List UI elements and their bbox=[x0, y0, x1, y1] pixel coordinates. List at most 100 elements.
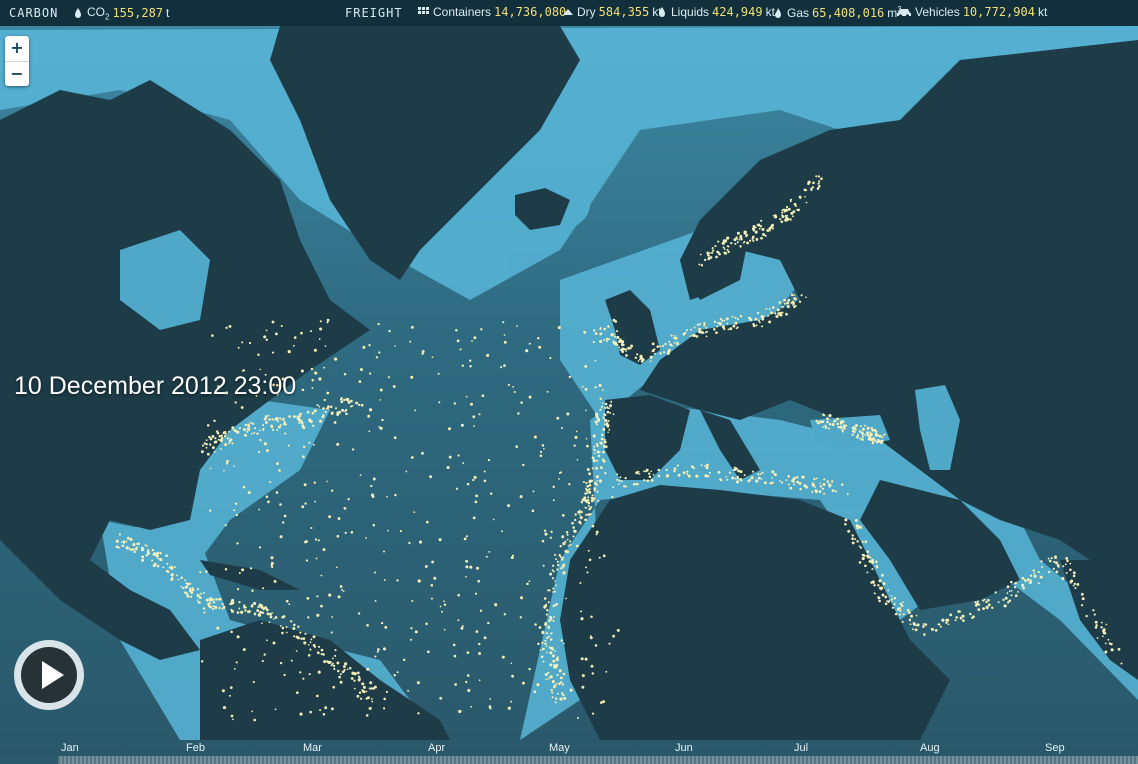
ship-dot bbox=[453, 654, 457, 658]
ship-dot bbox=[862, 554, 866, 557]
ship-dot bbox=[507, 383, 510, 386]
ship-dot bbox=[356, 671, 360, 675]
ship-dot bbox=[584, 387, 588, 391]
ship-dot bbox=[769, 229, 771, 232]
ship-dot bbox=[771, 223, 774, 227]
ship-dot bbox=[858, 437, 861, 440]
ship-dot bbox=[377, 648, 380, 651]
ship-dot bbox=[545, 678, 548, 681]
ship-dot bbox=[231, 426, 235, 430]
ship-dot bbox=[471, 340, 473, 342]
ship-dot bbox=[716, 325, 719, 328]
ship-dot bbox=[339, 585, 343, 588]
ship-dot bbox=[721, 241, 725, 245]
ship-dot bbox=[645, 468, 649, 472]
ship-dot bbox=[302, 445, 306, 449]
ship-dot bbox=[303, 483, 307, 487]
ship-dot bbox=[299, 712, 303, 716]
ship-dot bbox=[969, 612, 972, 616]
ship-dot bbox=[558, 478, 560, 480]
ship-dot bbox=[901, 620, 904, 623]
ship-dot bbox=[1052, 567, 1055, 570]
vehicles-value: 10,772,904 bbox=[962, 5, 1035, 19]
ship-dot bbox=[922, 623, 925, 625]
ship-dot bbox=[734, 321, 738, 325]
ship-dot bbox=[292, 415, 296, 418]
ship-dot bbox=[608, 642, 611, 645]
ship-dot bbox=[456, 339, 460, 343]
ship-dot bbox=[238, 427, 241, 430]
ship-dot bbox=[339, 680, 343, 684]
ship-dot bbox=[739, 315, 743, 318]
ship-dot bbox=[208, 443, 212, 446]
ship-dot bbox=[742, 241, 745, 244]
ship-dot bbox=[312, 643, 316, 647]
ship-dot bbox=[756, 311, 760, 315]
ship-dot bbox=[561, 535, 565, 539]
ship-dot bbox=[912, 628, 914, 631]
ship-dot bbox=[698, 328, 702, 331]
ship-dot bbox=[543, 448, 545, 450]
ship-dot bbox=[562, 571, 566, 575]
ship-dot bbox=[556, 416, 560, 420]
ship-dot bbox=[866, 428, 869, 431]
zoom-in-button[interactable]: + bbox=[5, 36, 29, 61]
zoom-out-button[interactable]: − bbox=[5, 61, 29, 87]
ship-dot bbox=[1092, 609, 1095, 612]
ship-dot bbox=[755, 324, 758, 327]
timeline-track[interactable] bbox=[0, 756, 1138, 764]
ship-dot bbox=[160, 559, 163, 562]
gas-value: 65,408,016 bbox=[812, 5, 885, 20]
ship-dot bbox=[485, 555, 488, 558]
ship-dot bbox=[837, 426, 840, 429]
ship-dot bbox=[555, 663, 559, 667]
ship-dot bbox=[727, 250, 730, 254]
ship-dot bbox=[553, 553, 557, 556]
ship-dot bbox=[322, 653, 325, 656]
ship-dot bbox=[594, 386, 597, 389]
ship-dot bbox=[145, 544, 148, 547]
liquids-metric: Liquids 424,949 kt bbox=[656, 5, 775, 19]
timeline[interactable]: Jan Feb Mar Apr May Jun Jul Aug Sep bbox=[0, 740, 1138, 764]
ship-dot bbox=[309, 420, 312, 423]
ship-dot bbox=[258, 546, 262, 549]
ship-dot bbox=[653, 352, 656, 355]
ship-dot bbox=[594, 332, 598, 335]
ship-dot bbox=[531, 509, 535, 513]
ship-dot bbox=[343, 373, 347, 376]
ship-dot bbox=[168, 566, 171, 569]
ship-dot bbox=[145, 554, 148, 557]
ship-dot bbox=[262, 427, 265, 431]
ship-dot bbox=[610, 400, 613, 403]
ship-dot bbox=[902, 613, 905, 616]
ship-dot bbox=[438, 401, 441, 404]
ship-dot bbox=[612, 486, 615, 489]
ship-dot bbox=[330, 707, 334, 711]
ship-dot bbox=[441, 610, 443, 613]
ship-dot bbox=[855, 435, 859, 439]
ship-dot bbox=[1021, 583, 1025, 587]
ship-dot bbox=[240, 610, 244, 614]
ship-dot bbox=[584, 506, 586, 509]
ship-dot bbox=[1072, 574, 1076, 578]
ship-dot bbox=[548, 646, 552, 649]
ship-dot bbox=[707, 258, 710, 261]
ship-dot bbox=[661, 344, 665, 347]
ship-dot bbox=[821, 420, 825, 424]
play-button[interactable] bbox=[14, 640, 84, 710]
ship-dot bbox=[560, 567, 563, 570]
ship-dot bbox=[140, 548, 144, 552]
ship-dot bbox=[566, 412, 570, 416]
ship-dot bbox=[224, 443, 228, 447]
ship-dot bbox=[634, 356, 637, 359]
ship-dot bbox=[602, 450, 605, 454]
ship-dot bbox=[365, 714, 369, 717]
ship-dot bbox=[602, 444, 606, 448]
ship-dot bbox=[209, 601, 212, 604]
ship-dot bbox=[839, 421, 843, 425]
ship-dot bbox=[584, 518, 587, 522]
ship-dot bbox=[699, 253, 702, 256]
ship-dot bbox=[858, 525, 863, 529]
ship-dot bbox=[657, 474, 661, 478]
ship-dot bbox=[244, 423, 248, 427]
